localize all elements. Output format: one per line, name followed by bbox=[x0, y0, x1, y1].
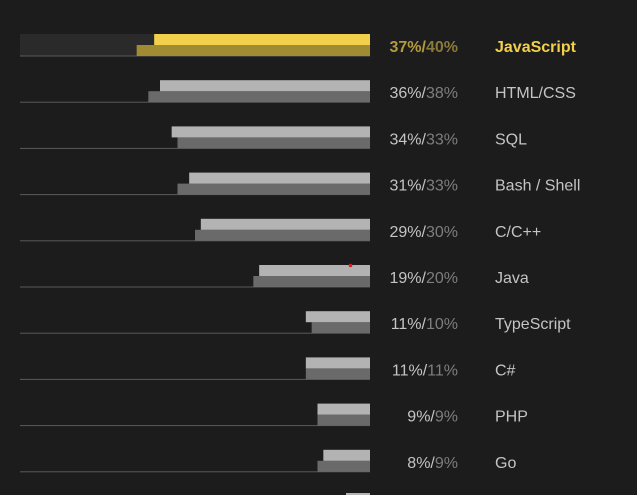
value-label-second: 30% bbox=[426, 224, 458, 241]
bar-series-1 bbox=[154, 34, 370, 45]
bar-series-2 bbox=[253, 276, 370, 287]
bar-series-1 bbox=[317, 403, 370, 415]
value-label: 9%/9% bbox=[407, 409, 458, 426]
bar-chart: 37%/40% JavaScript36%/38% HTML/CSS34%/33% S… bbox=[20, 34, 580, 495]
value-label-first: 34%/ bbox=[390, 131, 427, 148]
value-label-second: 10% bbox=[426, 316, 458, 333]
bar-series-1 bbox=[305, 357, 370, 369]
value-label: 37%/40% bbox=[390, 39, 459, 56]
chart-row: 29%/30% C/C++ bbox=[20, 218, 541, 242]
category-label: SQL bbox=[495, 131, 527, 148]
chart-row: 11%/10% TypeScript bbox=[20, 311, 571, 334]
bar-series-2 bbox=[177, 137, 370, 149]
value-label: 34%/33% bbox=[390, 131, 459, 148]
bar-series-2 bbox=[177, 183, 370, 195]
value-label: 11%/11% bbox=[392, 362, 458, 379]
chart-row: 11%/11% C# bbox=[20, 357, 516, 380]
bar-series-2 bbox=[317, 414, 370, 426]
value-label-second: 40% bbox=[426, 39, 458, 56]
value-label-second: 9% bbox=[435, 455, 458, 472]
value-label: 36%/38% bbox=[390, 85, 459, 102]
value-label-second: 33% bbox=[426, 178, 458, 195]
category-label: PHP bbox=[495, 409, 528, 426]
chart-row: 9%/9% PHP bbox=[20, 403, 528, 427]
value-label-first: 9%/ bbox=[407, 409, 435, 426]
bar-series-1 bbox=[189, 172, 370, 184]
bar-series-2 bbox=[305, 368, 370, 380]
value-label-second: 20% bbox=[426, 270, 458, 287]
category-label: Java bbox=[495, 270, 529, 287]
chart-row: 19%/20% Java bbox=[20, 263, 529, 288]
bar-series-2 bbox=[136, 45, 370, 56]
bar-series-1 bbox=[323, 449, 370, 461]
bar-series-1 bbox=[171, 126, 370, 138]
bar-series-2 bbox=[195, 229, 370, 241]
category-label: HTML/CSS bbox=[495, 85, 576, 102]
category-label: C# bbox=[495, 362, 516, 379]
value-label: 19%/20% bbox=[390, 270, 459, 287]
value-label-first: 19%/ bbox=[390, 270, 427, 287]
chart-row: 34%/33% SQL bbox=[20, 126, 527, 149]
value-label-first: 36%/ bbox=[390, 85, 427, 102]
value-label: 31%/33% bbox=[390, 178, 459, 195]
value-label: 11%/10% bbox=[391, 316, 458, 333]
value-label-first: 11%/ bbox=[391, 316, 427, 333]
chart-row: 8%/9% Go bbox=[20, 449, 516, 473]
value-label: 29%/30% bbox=[390, 224, 459, 241]
category-label: C/C++ bbox=[495, 224, 541, 241]
value-label-first: 11%/ bbox=[392, 362, 428, 379]
value-label-second: 33% bbox=[426, 131, 458, 148]
bar-series-2 bbox=[311, 322, 370, 334]
value-label: 8%/9% bbox=[407, 455, 458, 472]
chart-row: 37%/40% JavaScript bbox=[20, 34, 577, 57]
value-label-first: 37%/ bbox=[390, 39, 427, 56]
bar-series-1 bbox=[160, 80, 370, 92]
value-label-second: 38% bbox=[426, 85, 458, 102]
value-label-second: 9% bbox=[435, 409, 458, 426]
value-label-first: 8%/ bbox=[407, 455, 435, 472]
bar-series-1 bbox=[200, 218, 370, 230]
category-label: Bash / Shell bbox=[495, 178, 580, 195]
chart-rows: 37%/40% JavaScript36%/38% HTML/CSS34%/33% S… bbox=[20, 34, 580, 495]
category-label: JavaScript bbox=[495, 39, 577, 56]
chart-row: 36%/38% HTML/CSS bbox=[20, 80, 576, 103]
value-label-first: 31%/ bbox=[390, 178, 427, 195]
category-label: TypeScript bbox=[495, 316, 571, 333]
marker-dot bbox=[348, 263, 353, 268]
bar-series-1 bbox=[305, 311, 370, 323]
chart-row: 31%/33% Bash / Shell bbox=[20, 172, 580, 196]
value-label-second: 11% bbox=[427, 362, 458, 379]
bar-series-1 bbox=[259, 265, 370, 276]
value-label-first: 29%/ bbox=[390, 224, 427, 241]
bar-series-2 bbox=[148, 91, 370, 103]
bar-series-2 bbox=[317, 460, 370, 472]
category-label: Go bbox=[495, 455, 516, 472]
